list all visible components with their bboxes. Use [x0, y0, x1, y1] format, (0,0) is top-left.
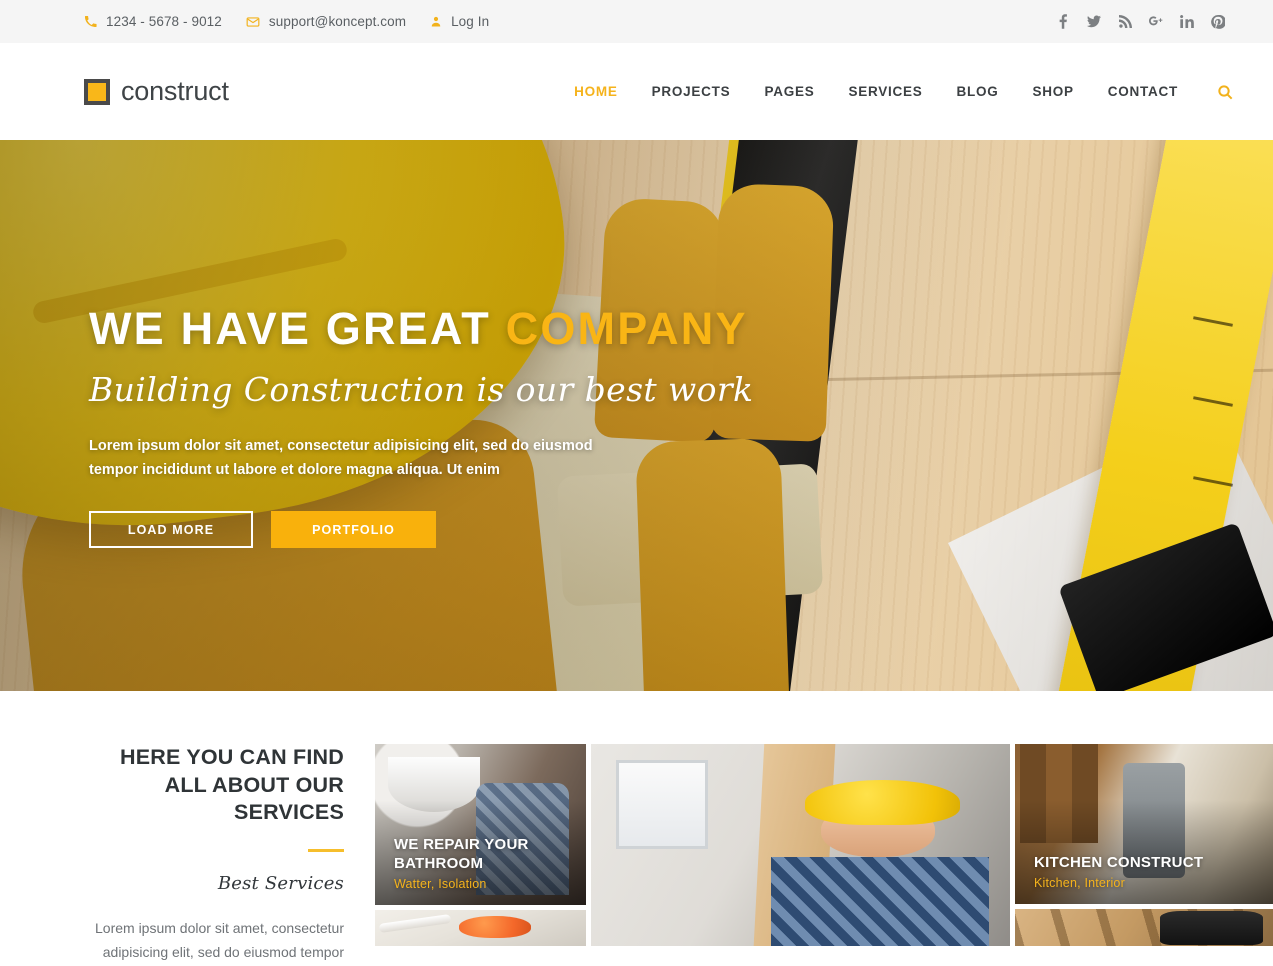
- services-script-label: Best Services: [217, 872, 344, 894]
- mail-icon: [246, 15, 260, 29]
- nav-item-projects[interactable]: PROJECTS: [635, 84, 748, 99]
- linkedin-icon[interactable]: [1180, 14, 1194, 30]
- hero-title-highlight: COMPANY: [505, 302, 748, 354]
- hero-button-group: LOAD MORE PORTFOLIO: [89, 511, 1273, 549]
- email-address: support@koncept.com: [268, 14, 407, 29]
- tile-tags: Watter, Isolation: [394, 877, 487, 891]
- user-icon: [430, 15, 442, 28]
- services-divider: [308, 848, 344, 852]
- services-gallery: WE REPAIR YOUR BATHROOM Watter, Isolatio…: [375, 744, 1273, 964]
- tile-caption: WE REPAIR YOUR BATHROOM Watter, Isolatio…: [394, 836, 572, 891]
- facebook-icon[interactable]: [1056, 14, 1070, 30]
- phone-contact[interactable]: 1234 - 5678 - 9012: [84, 14, 222, 29]
- gallery-tile-frame[interactable]: [1015, 909, 1273, 946]
- gallery-tile-bathroom[interactable]: WE REPAIR YOUR BATHROOM Watter, Isolatio…: [375, 744, 586, 905]
- hero-paragraph: Lorem ipsum dolor sit amet, consectetur …: [89, 438, 593, 479]
- social-links: [1056, 14, 1225, 30]
- search-icon[interactable]: [1195, 84, 1233, 100]
- login-label: Log In: [451, 14, 490, 29]
- site-logo[interactable]: construct: [84, 76, 229, 107]
- gallery-column-left: WE REPAIR YOUR BATHROOM Watter, Isolatio…: [375, 744, 586, 964]
- tile-tags: Kitchen, Interior: [1034, 876, 1125, 890]
- nav-item-shop[interactable]: SHOP: [1015, 84, 1090, 99]
- services-section: HERE YOU CAN FIND ALL ABOUT OUR SERVICES…: [0, 691, 1273, 964]
- site-header: construct HOME PROJECTS PAGES SERVICES B…: [0, 43, 1273, 140]
- tile-title: KITCHEN CONSTRUCT: [1034, 853, 1204, 871]
- top-bar-contact-group: 1234 - 5678 - 9012 support@koncept.com L…: [84, 14, 489, 29]
- tile-caption: KITCHEN CONSTRUCT Kitchen, Interior: [1034, 854, 1259, 890]
- tile-title: WE REPAIR YOUR BATHROOM: [394, 836, 529, 872]
- top-bar: 1234 - 5678 - 9012 support@koncept.com L…: [0, 0, 1273, 43]
- frame-photo: [1015, 909, 1273, 946]
- phone-number: 1234 - 5678 - 9012: [106, 14, 222, 29]
- gallery-tile-carpenter[interactable]: [591, 744, 1010, 946]
- hero-title-main: WE HAVE GREAT: [89, 302, 506, 354]
- gallery-column-right: KITCHEN CONSTRUCT Kitchen, Interior: [1015, 744, 1273, 964]
- nav-item-services[interactable]: SERVICES: [831, 84, 939, 99]
- logo-square-icon: [84, 78, 110, 105]
- hero-banner: WE HAVE GREAT COMPANY Building Construct…: [0, 140, 1273, 691]
- hero-content: WE HAVE GREAT COMPANY Building Construct…: [0, 140, 1273, 691]
- services-intro: HERE YOU CAN FIND ALL ABOUT OUR SERVICES…: [0, 744, 375, 964]
- portfolio-button[interactable]: PORTFOLIO: [271, 511, 436, 549]
- services-paragraph: Lorem ipsum dolor sit amet, consectetur …: [95, 919, 344, 960]
- email-contact[interactable]: support@koncept.com: [246, 14, 406, 29]
- paint-photo: [375, 910, 586, 946]
- load-more-button[interactable]: LOAD MORE: [89, 511, 253, 549]
- nav-item-home[interactable]: HOME: [557, 84, 635, 99]
- google-plus-icon[interactable]: [1149, 14, 1163, 30]
- nav-item-pages[interactable]: PAGES: [747, 84, 831, 99]
- gallery-tile-kitchen[interactable]: KITCHEN CONSTRUCT Kitchen, Interior: [1015, 744, 1273, 904]
- hero-title: WE HAVE GREAT COMPANY: [89, 305, 1273, 352]
- hero-subtitle: Building Construction is our best work: [89, 370, 754, 410]
- services-heading: HERE YOU CAN FIND ALL ABOUT OUR SERVICES: [120, 745, 344, 825]
- nav-item-blog[interactable]: BLOG: [939, 84, 1015, 99]
- pinterest-icon[interactable]: [1211, 14, 1225, 30]
- gallery-tile-paint[interactable]: [375, 910, 586, 946]
- logo-text: construct: [121, 76, 229, 106]
- gallery-column-middle: [591, 744, 1010, 964]
- carpenter-photo: [591, 744, 1010, 946]
- phone-icon: [84, 15, 97, 28]
- login-link[interactable]: Log In: [430, 14, 489, 29]
- twitter-icon[interactable]: [1087, 14, 1101, 30]
- main-navigation: HOME PROJECTS PAGES SERVICES BLOG SHOP C…: [557, 84, 1233, 100]
- rss-icon[interactable]: [1118, 14, 1132, 30]
- nav-item-contact[interactable]: CONTACT: [1091, 84, 1195, 99]
